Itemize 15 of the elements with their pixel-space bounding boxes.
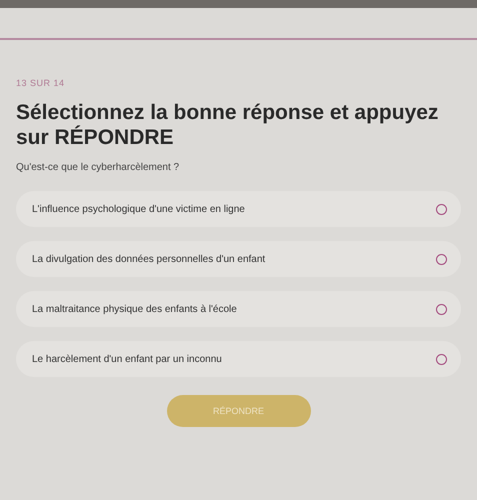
answer-option[interactable]: Le harcèlement d'un enfant par un inconnu xyxy=(16,341,461,377)
option-label: La divulgation des données personnelles d'un enfant xyxy=(32,254,266,264)
radio-button[interactable] xyxy=(436,254,447,264)
radio-button[interactable] xyxy=(436,354,447,364)
option-label: L'influence psychologique d'une victime en ligne xyxy=(32,204,245,214)
answer-option[interactable]: L'influence psychologique d'une victime en ligne xyxy=(16,191,461,227)
question-text: Qu'est-ce que le cyberharcèlement ? xyxy=(16,162,180,173)
option-label: La maltraitance physique des enfants à l'école xyxy=(32,304,237,314)
answer-option[interactable]: La maltraitance physique des enfants à l'école xyxy=(16,291,461,327)
radio-button[interactable] xyxy=(436,304,447,314)
option-label: Le harcèlement d'un enfant par un inconnu xyxy=(32,354,222,364)
progress-label: 13 SUR 14 xyxy=(16,78,66,88)
radio-button[interactable] xyxy=(436,204,447,214)
instruction-title: Sélectionnez la bonne réponse et appuyez sur RÉPONDRE xyxy=(16,100,440,150)
answer-option[interactable]: La divulgation des données personnelles d'un enfant xyxy=(16,241,461,277)
